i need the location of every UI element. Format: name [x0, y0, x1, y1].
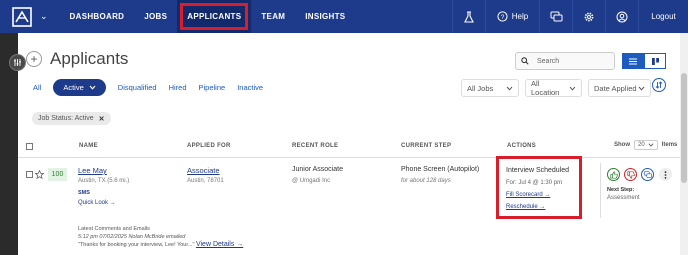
search-input[interactable]: Search: [515, 52, 615, 70]
tab-active-label: Active: [63, 83, 84, 92]
jobs-filter-select[interactable]: All Jobs: [461, 79, 519, 97]
add-applicant-plus-icon[interactable]: +: [26, 51, 42, 67]
sms-link[interactable]: SMS: [78, 190, 90, 196]
action-status: Interview Scheduled: [506, 167, 570, 174]
next-step-value: Assessment: [607, 195, 640, 201]
more-options-icon[interactable]: [659, 168, 672, 181]
search-placeholder: Search: [537, 57, 560, 65]
gear-icon[interactable]: [572, 0, 605, 33]
chevron-down-icon: [648, 143, 654, 147]
location-filter-value: All Location: [531, 79, 560, 97]
view-toggle: [622, 53, 666, 69]
current-step: Phone Screen (Autopilot): [401, 166, 480, 173]
recent-role-company: @ Umgadi Inc: [292, 178, 331, 184]
message-icon[interactable]: [641, 168, 654, 181]
view-details-link[interactable]: View Details →: [196, 241, 243, 248]
table-header: NAME APPLIED FOR RECENT ROLE CURRENT STE…: [18, 136, 680, 158]
select-all-checkbox[interactable]: [26, 143, 33, 150]
brand-logo-icon[interactable]: [8, 6, 36, 28]
comment-text: "Thanks for booking your interview, Lee!…: [78, 242, 195, 248]
tab-inactive[interactable]: Inactive: [237, 83, 263, 92]
comment-meta: 5:12 pm 07/02/2025 Nolan McBride emailed: [78, 234, 186, 240]
tab-pipeline[interactable]: Pipeline: [199, 83, 226, 92]
kanban-icon: [651, 57, 659, 65]
applicant-name-link[interactable]: Lee May: [78, 166, 107, 175]
scrollbar-thumb[interactable]: [681, 73, 687, 183]
search-icon: [521, 57, 529, 65]
user-account-icon[interactable]: [605, 0, 638, 33]
latest-comments: Latest Comments and Emails 5:12 pm 07/02…: [78, 225, 243, 249]
recent-role-title: Junior Associate: [292, 166, 343, 173]
chat-icon[interactable]: [539, 0, 572, 33]
column-header-current-step[interactable]: CURRENT STEP: [401, 143, 451, 149]
page-header: + Applicants: [26, 49, 128, 69]
remove-filter-close-icon[interactable]: ✕: [99, 115, 105, 123]
tab-active[interactable]: Active: [53, 79, 106, 96]
page-scrollbar[interactable]: [680, 33, 688, 255]
job-status-filter-chip: Job Status: Active ✕: [32, 112, 111, 125]
interview-actions-panel: Interview Scheduled For: Jul 4 @ 1:30 pm…: [496, 156, 582, 219]
column-header-applied-for[interactable]: APPLIED FOR: [187, 143, 231, 149]
brand-menu-chevron-down-icon[interactable]: ⌄: [40, 11, 48, 22]
comments-title: Latest Comments and Emails: [78, 226, 150, 232]
column-divider: [600, 163, 601, 218]
tab-hired[interactable]: Hired: [169, 83, 187, 92]
flask-icon[interactable]: [452, 0, 485, 33]
current-step-age: for about 128 days: [401, 178, 451, 184]
column-header-name[interactable]: NAME: [79, 143, 98, 149]
tab-all[interactable]: All: [33, 83, 41, 92]
logout-button[interactable]: Logout: [638, 0, 688, 33]
fill-scorecard-link[interactable]: Fill Scorecard →: [506, 192, 550, 198]
top-navigation-bar: ⌄ DASHBOARD JOBS APPLICANTS TEAM INSIGHT…: [0, 0, 688, 33]
applicant-location: Austin, TX (5.6 mi.): [78, 178, 130, 184]
page-size-select[interactable]: 20: [634, 140, 658, 150]
chevron-down-icon: [638, 86, 645, 91]
reschedule-link[interactable]: Reschedule →: [506, 204, 545, 210]
svg-text:?: ?: [500, 14, 504, 21]
list-view-button[interactable]: [622, 53, 644, 69]
location-filter-select[interactable]: All Location: [525, 79, 582, 97]
items-label: Items: [661, 142, 678, 148]
column-header-actions: ACTIONS: [507, 143, 537, 149]
nav-insights[interactable]: INSIGHTS: [295, 0, 355, 33]
chevron-down-icon: [569, 86, 576, 91]
chip-label: Job Status: Active: [38, 115, 94, 122]
date-applied-sort-select[interactable]: Date Applied: [588, 79, 651, 97]
row-select-checkbox[interactable]: [26, 171, 33, 178]
list-icon: [629, 58, 637, 64]
sidebar-toggle-sliders-icon[interactable]: [9, 54, 26, 71]
chevron-down-icon: [506, 86, 513, 91]
interview-date: For: Jul 4 @ 1:30 pm: [506, 180, 563, 186]
question-circle-icon: ?: [497, 11, 508, 22]
nav-dashboard[interactable]: DASHBOARD: [60, 0, 135, 33]
page-title: Applicants: [50, 49, 129, 68]
column-header-recent-role[interactable]: RECENT ROLE: [292, 143, 338, 149]
page-size-value: 20: [638, 142, 645, 148]
table-row: 100 Lee May Austin, TX (5.6 mi.) SMS Qui…: [18, 156, 680, 255]
applied-location: Austin, 78701: [187, 178, 224, 184]
thumbs-down-icon[interactable]: [624, 168, 637, 181]
page-size-control: Show 20 Items: [614, 140, 677, 150]
status-tabs: All Active Disqualified Hired Pipeline I…: [33, 79, 263, 96]
filter-bar: All Jobs All Location Date Applied: [461, 79, 651, 97]
applied-for-job-link[interactable]: Associate: [187, 166, 220, 175]
nav-applicants[interactable]: APPLICANTS: [177, 0, 252, 33]
nav-jobs[interactable]: JOBS: [134, 0, 177, 33]
nav-team[interactable]: TEAM: [251, 0, 295, 33]
board-view-button[interactable]: [644, 53, 666, 69]
match-score-badge: 100: [48, 168, 67, 181]
date-applied-value: Date Applied: [594, 83, 637, 93]
tab-disqualified[interactable]: Disqualified: [118, 83, 157, 92]
thumbs-up-icon[interactable]: [607, 168, 620, 181]
help-label: Help: [511, 12, 529, 21]
chevron-down-icon: [89, 85, 96, 90]
quick-look-link[interactable]: Quick Look →: [78, 200, 116, 206]
jobs-filter-value: All Jobs: [467, 83, 494, 93]
show-label: Show: [614, 142, 630, 148]
help-button[interactable]: ? Help: [485, 0, 539, 33]
sort-order-icon[interactable]: [652, 78, 666, 92]
next-step-label: Next Step:: [607, 187, 635, 193]
star-icon[interactable]: [35, 170, 44, 179]
